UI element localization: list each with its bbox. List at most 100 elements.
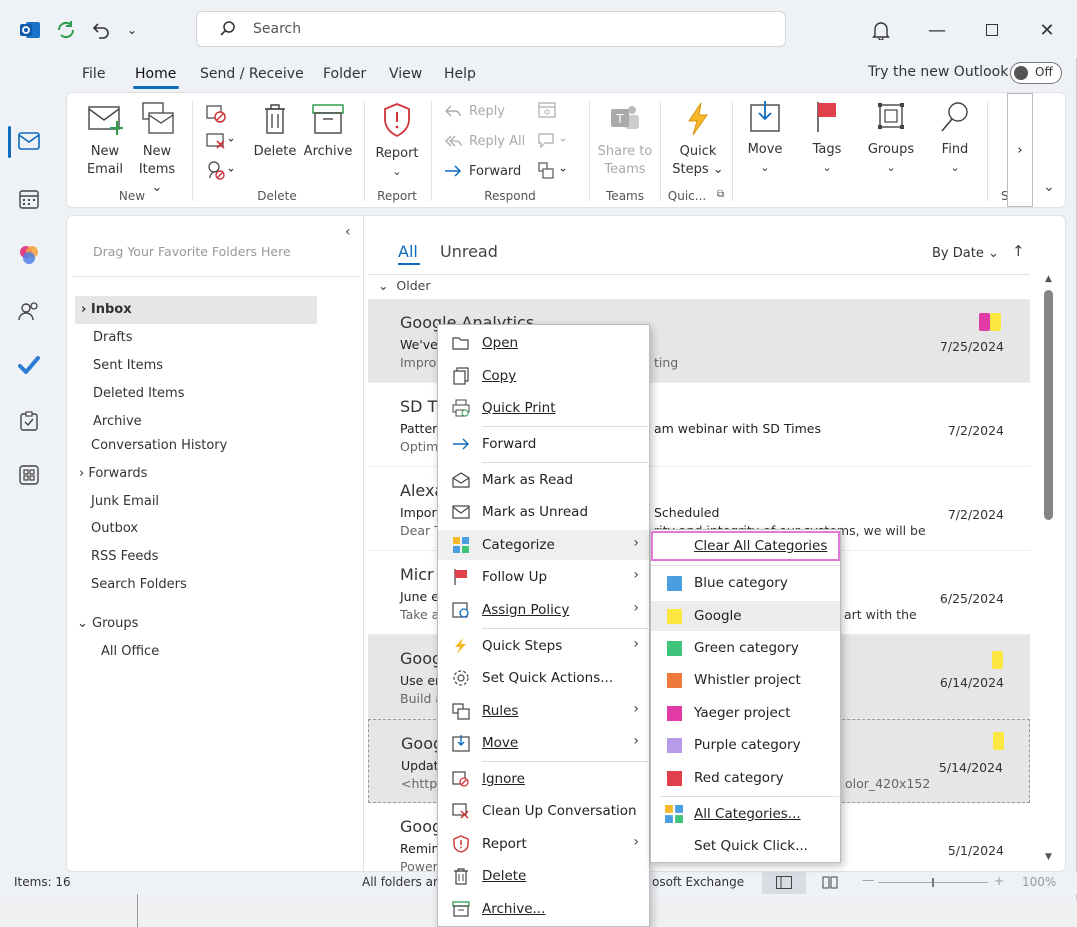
tab-view[interactable]: View: [389, 66, 422, 82]
forward-button[interactable]: Forward: [443, 163, 521, 179]
folder-item-drafts[interactable]: Drafts: [93, 330, 133, 345]
zoom-in-button[interactable]: +: [994, 874, 1004, 888]
tab-folder[interactable]: Folder: [323, 66, 366, 82]
scroll-down-arrow-icon[interactable]: ▼: [1045, 852, 1052, 862]
sync-icon[interactable]: [54, 18, 78, 42]
tab-help[interactable]: Help: [444, 66, 476, 82]
find-button[interactable]: Find ⌄: [933, 99, 977, 177]
zoom-slider-thumb[interactable]: [932, 878, 934, 887]
meeting-icon[interactable]: [537, 101, 559, 125]
groups-header[interactable]: ⌄ Groups: [77, 616, 138, 631]
im-icon[interactable]: [537, 131, 571, 155]
menu-item-copy[interactable]: Copy: [438, 361, 649, 391]
menu-item-ignore[interactable]: Ignore: [438, 764, 649, 794]
undo-icon[interactable]: [88, 18, 112, 42]
archive-button[interactable]: Archive: [303, 101, 353, 161]
customize-quick-access-icon[interactable]: ⌄: [120, 18, 144, 42]
folder-item-conversation-history[interactable]: Conversation History: [91, 438, 227, 453]
junk-small-icon[interactable]: [205, 159, 235, 185]
report-button[interactable]: Report ⌄: [373, 101, 421, 181]
folder-item-rss[interactable]: RSS Feeds: [91, 549, 158, 564]
folder-item-inbox[interactable]: › Inbox: [81, 302, 132, 317]
mail-icon[interactable]: [14, 126, 44, 156]
delete-button[interactable]: Delete: [253, 101, 297, 161]
menu-item-set-quick-click[interactable]: Set Quick Click...: [651, 831, 840, 861]
collapse-pane-icon[interactable]: ‹: [345, 224, 351, 240]
menu-item-rules[interactable]: Rules ›: [438, 696, 649, 726]
bell-icon[interactable]: [866, 16, 896, 44]
tab-file[interactable]: File: [82, 66, 105, 82]
tags-button[interactable]: Tags ⌄: [805, 99, 849, 177]
try-new-outlook-toggle[interactable]: Off: [1010, 62, 1062, 84]
sort-direction-arrow-icon[interactable]: ↑: [1012, 242, 1025, 260]
scroll-up-arrow-icon[interactable]: ▲: [1045, 274, 1052, 284]
category-item-purple[interactable]: Purple category: [651, 730, 840, 760]
tasks-icon[interactable]: [14, 406, 44, 436]
search-box[interactable]: Search: [196, 11, 786, 47]
menu-item-all-categories[interactable]: All Categories...: [651, 799, 840, 829]
menu-item-mark-read[interactable]: Mark as Read: [438, 465, 649, 495]
quick-steps-button[interactable]: Quick Steps ⌄: [669, 101, 727, 179]
folder-item-sent[interactable]: Sent Items: [93, 358, 163, 373]
scrollbar-thumb[interactable]: [1044, 290, 1053, 520]
todo-icon[interactable]: [14, 350, 44, 380]
category-item-google[interactable]: Google: [651, 601, 840, 631]
close-button[interactable]: ✕: [1032, 16, 1062, 44]
reply-button[interactable]: Reply: [443, 103, 505, 119]
collapse-chevron-icon[interactable]: ⌄: [77, 616, 88, 631]
folder-item-search-folders[interactable]: Search Folders: [91, 577, 187, 592]
maximize-button[interactable]: [977, 16, 1007, 44]
menu-item-quick-steps[interactable]: Quick Steps ›: [438, 631, 649, 661]
menu-item-archive[interactable]: Archive...: [438, 894, 649, 924]
menu-item-assign-policy[interactable]: Assign Policy ›: [438, 595, 649, 625]
people-icon[interactable]: [14, 296, 44, 326]
reply-all-button[interactable]: Reply All: [443, 133, 525, 149]
more-respond-icon[interactable]: [537, 161, 571, 185]
menu-item-set-quick-actions[interactable]: Set Quick Actions...: [438, 663, 649, 693]
dialog-launcher-icon[interactable]: ⧉: [717, 189, 724, 200]
category-item-whistler[interactable]: Whistler project: [651, 665, 840, 695]
reading-view-icon[interactable]: [822, 875, 838, 892]
menu-item-mark-unread[interactable]: Mark as Unread: [438, 497, 649, 527]
share-to-teams-button[interactable]: T Share to Teams: [597, 101, 653, 179]
expand-chevron-icon[interactable]: ›: [81, 302, 86, 317]
menu-item-categorize[interactable]: Categorize ›: [438, 530, 649, 560]
folder-item-outbox[interactable]: Outbox: [91, 521, 138, 536]
cleanup-small-icon[interactable]: [205, 131, 235, 155]
minimize-button[interactable]: —: [922, 16, 952, 44]
menu-item-report[interactable]: Report ›: [438, 829, 649, 859]
category-item-blue[interactable]: Blue category: [651, 568, 840, 598]
calendar-icon[interactable]: [14, 184, 44, 214]
section-header-older[interactable]: ⌄ Older: [378, 278, 431, 293]
menu-item-open[interactable]: Open: [438, 328, 649, 358]
folder-item-forwards[interactable]: › Forwards: [79, 466, 147, 481]
groups-item-all-office[interactable]: All Office: [101, 644, 159, 659]
zoom-out-button[interactable]: —: [862, 873, 874, 887]
new-items-button[interactable]: New Items ⌄: [135, 101, 179, 197]
menu-item-clean-up[interactable]: Clean Up Conversation: [438, 796, 649, 826]
folder-item-junk[interactable]: Junk Email: [91, 494, 159, 509]
copilot-icon[interactable]: [14, 240, 44, 270]
menu-item-delete[interactable]: Delete: [438, 861, 649, 891]
category-item-yaeger[interactable]: Yaeger project: [651, 698, 840, 728]
folder-item-deleted[interactable]: Deleted Items: [93, 386, 184, 401]
filter-all-tab[interactable]: All: [398, 242, 418, 261]
apps-icon[interactable]: [14, 460, 44, 490]
new-email-button[interactable]: New Email: [85, 103, 125, 179]
menu-item-follow-up[interactable]: Follow Up ›: [438, 562, 649, 592]
move-button[interactable]: Move ⌄: [741, 99, 789, 177]
tab-home[interactable]: Home: [135, 66, 176, 82]
menu-item-quick-print[interactable]: Quick Print: [438, 393, 649, 423]
expand-chevron-icon[interactable]: ›: [79, 466, 84, 481]
tab-send-receive[interactable]: Send / Receive: [200, 66, 304, 82]
menu-item-clear-all-categories[interactable]: Clear All Categories: [651, 531, 840, 561]
groups-button[interactable]: Groups ⌄: [863, 99, 919, 177]
menu-item-move[interactable]: Move ›: [438, 728, 649, 758]
collapse-ribbon-icon[interactable]: ⌄: [1043, 179, 1055, 195]
ignore-small-icon[interactable]: [205, 103, 227, 127]
filter-unread-tab[interactable]: Unread: [440, 242, 498, 261]
folder-item-archive[interactable]: Archive: [93, 414, 142, 429]
menu-item-forward[interactable]: Forward: [438, 429, 649, 459]
category-item-green[interactable]: Green category: [651, 633, 840, 663]
ribbon-scroll-right-button[interactable]: ›: [1007, 93, 1033, 207]
